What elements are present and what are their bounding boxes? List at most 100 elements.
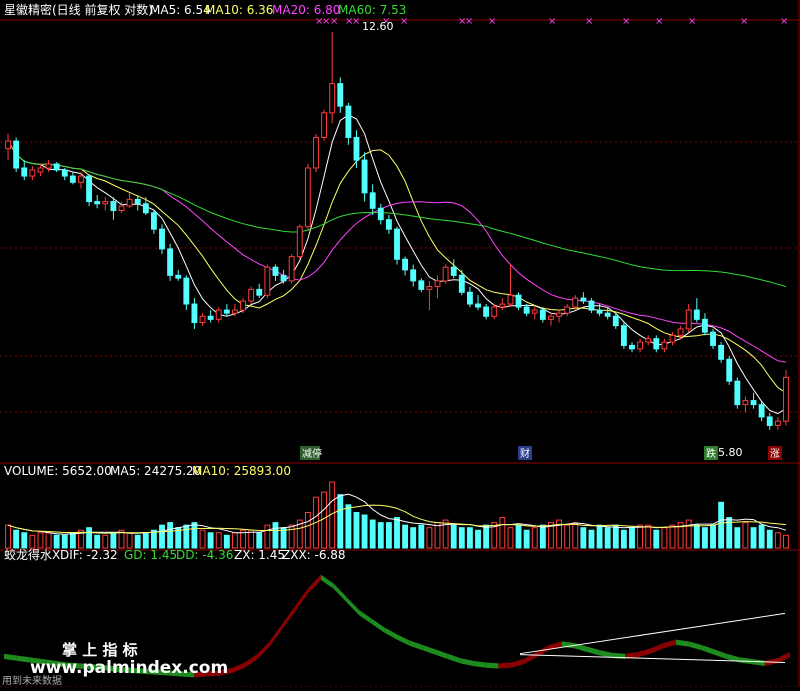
candle-body [21,167,28,177]
x-marker: × [780,16,788,27]
x-marker: × [740,16,748,27]
volume-bar [588,529,595,549]
volume-label: VOLUME: 5652.00 [4,464,112,478]
badge-3: 跌 [706,447,716,460]
candle-body [159,228,165,250]
ma10-label: MA10: 6.36 [205,3,273,17]
candle-body [272,266,279,276]
volume-bar [661,527,668,549]
x-marker: × [465,16,473,27]
volume-bar [86,527,93,549]
candle-body [596,309,603,314]
volume-bar [515,524,522,549]
candle-body [620,325,627,346]
watermark-caption: 用到未来数据 [2,674,62,687]
volume-bar [29,534,36,549]
volume-bar [410,527,417,549]
x-marker: × [585,16,593,27]
candle-body [345,105,352,138]
x-marker: × [688,16,696,27]
indicator-zx: ZX: 1.45 [234,548,285,562]
candle-body [491,306,498,317]
candle-body [710,331,716,346]
volume-bar [110,532,117,549]
candle-body [750,400,757,406]
candle-body [215,309,222,320]
volume-bar [61,534,68,549]
candle-body [523,306,530,314]
candle-body [645,338,652,343]
candle-body [369,192,376,209]
volume-bar [361,514,368,549]
volume-bar [369,519,376,549]
candle-body [685,309,692,330]
candle-body [199,315,206,324]
candle-body [466,291,473,305]
volume-bar [232,532,238,549]
ma5-label: MA5: 6.54 [150,3,211,17]
volume-bar [5,524,11,549]
volume-bar [758,524,765,549]
volume-bar [669,524,676,549]
volume-bar [572,522,579,549]
candle-body [313,136,319,169]
candle-body [726,358,733,382]
indicator-band [498,662,512,669]
candle-body [37,167,44,173]
candle-body [69,175,76,183]
volume-ma5-label: MA5: 24275.20 [110,464,201,478]
stock-chart: 星徽精密(日线 前复权 对数) MA5: 6.54 MA10: 6.36 MA2… [0,0,800,688]
ma60-label: MA60: 7.53 [338,3,406,17]
volume-bar [604,527,611,549]
candle-body [564,306,571,314]
candle-body [29,169,36,177]
candle-body [531,309,538,314]
volume-bar [693,524,700,549]
candle-body [288,256,295,282]
candle-body [134,198,141,205]
candle-body [548,315,554,320]
candle-body [126,198,133,207]
volume-bar [612,524,619,549]
volume-bar [507,527,514,549]
candle-body [629,344,635,350]
badge-1: 减停 [302,447,322,460]
volume-bar [620,529,627,549]
volume-bar [523,529,530,549]
volume-bar [207,532,214,549]
volume-bar [685,519,692,549]
indicator-zxx: ZXX: -6.88 [282,548,346,562]
candle-body [102,201,109,205]
candle-body [45,163,52,169]
candle-body [394,228,400,260]
candle-body [361,159,368,194]
volume-bar [142,532,149,549]
volume-bar [629,527,635,549]
volume-bar [353,511,360,549]
volume-bar [345,504,352,549]
volume-bar [215,532,222,549]
volume-bar [701,527,708,549]
volume-bar [53,534,60,549]
volume-bar [385,522,392,549]
candle-body [256,288,263,296]
candle-body [175,274,182,279]
volume-bar [13,529,20,549]
candle-body [742,400,749,406]
volume-bar [766,529,773,549]
chart-canvas: 星徽精密(日线 前复权 对数) MA5: 6.54 MA10: 6.36 MA2… [0,0,800,688]
candle-body [94,201,101,205]
volume-bar [450,524,457,549]
candle-body [774,420,781,426]
x-marker: × [655,16,663,27]
candle-body [280,274,287,282]
high-label: 12.60 [362,20,394,33]
volume-bar [653,529,660,549]
volume-bar [394,517,400,549]
candle-body [572,297,579,308]
candle-body [13,140,20,169]
x-marker: × [622,16,630,27]
volume-bar [134,534,141,549]
volume-bar [718,501,725,549]
volume-bar [159,524,165,549]
